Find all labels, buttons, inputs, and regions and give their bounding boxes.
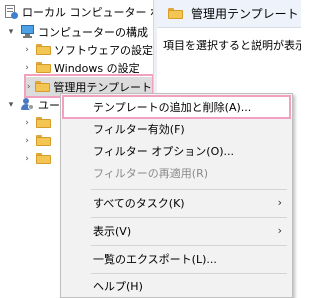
menu-item-label: 表示(V) xyxy=(93,225,132,238)
menu-item-filter-on[interactable]: フィルター有効(F) xyxy=(61,118,292,140)
menu-separator xyxy=(91,189,287,190)
folder-icon xyxy=(35,43,51,56)
chevron-right-icon[interactable]: › xyxy=(22,63,32,73)
folder-icon xyxy=(35,116,51,129)
chevron-right-icon: › xyxy=(277,196,282,209)
chevron-right-icon[interactable]: › xyxy=(22,118,32,128)
tree-item-root[interactable]: ローカル コンピューター ポリシー xyxy=(3,2,153,21)
folder-icon xyxy=(35,152,51,165)
tree-item-computer-config[interactable]: ▾ コンピューターの構成 xyxy=(6,22,148,41)
folder-icon xyxy=(167,7,183,20)
chevron-right-icon[interactable]: › xyxy=(22,154,32,164)
menu-item-filter-options[interactable]: フィルター オプション(O)... xyxy=(61,140,292,162)
chevron-right-icon: › xyxy=(277,224,282,237)
tree-item-user-sub-2[interactable]: › xyxy=(22,131,54,150)
tree-item-label: Windows の設定 xyxy=(54,61,140,75)
tree-item-software-settings[interactable]: › ソフトウェアの設定 xyxy=(22,40,153,59)
policy-icon xyxy=(3,4,19,19)
menu-separator xyxy=(91,245,287,246)
menu-item-label: フィルター オプション(O)... xyxy=(93,145,235,158)
menu-item-label: すべてのタスク(K) xyxy=(93,197,185,210)
menu-item-label: テンプレートの追加と削除(A)... xyxy=(93,101,252,114)
details-description: 項目を選択すると説明が表示されます。 xyxy=(163,39,301,52)
chevron-down-icon[interactable]: ▾ xyxy=(6,100,16,110)
tree-item-windows-settings[interactable]: › Windows の設定 xyxy=(22,58,140,77)
folder-icon xyxy=(35,61,51,74)
computer-icon xyxy=(19,25,35,38)
details-header: 管理用テンプレート xyxy=(157,0,301,28)
menu-item-label: フィルターの再適用(R) xyxy=(93,167,209,180)
menu-item-view[interactable]: 表示(V) › xyxy=(61,220,292,242)
tree-item-label: ローカル コンピューター ポリシー xyxy=(22,5,153,19)
menu-item-add-remove-templates[interactable]: テンプレートの追加と削除(A)... xyxy=(61,96,292,118)
menu-item-reapply-filter: フィルターの再適用(R) xyxy=(61,162,292,184)
context-menu: テンプレートの追加と削除(A)... フィルター有効(F) フィルター オプショ… xyxy=(60,93,293,298)
chevron-right-icon[interactable]: › xyxy=(22,45,32,55)
tree-item-label: ソフトウェアの設定 xyxy=(54,43,153,57)
menu-item-label: ヘルプ(H) xyxy=(93,280,143,293)
folder-icon xyxy=(35,134,51,147)
menu-item-all-tasks[interactable]: すべてのタスク(K) › xyxy=(61,192,292,214)
menu-separator xyxy=(91,217,287,218)
chevron-down-icon[interactable]: ▾ xyxy=(6,27,16,37)
chevron-right-icon[interactable]: › xyxy=(26,82,31,92)
folder-icon xyxy=(34,80,50,93)
tree-item-user-sub-1[interactable]: › xyxy=(22,113,54,132)
menu-item-label: フィルター有効(F) xyxy=(93,123,185,136)
tree-item-label: コンピューターの構成 xyxy=(38,25,148,39)
details-title: 管理用テンプレート xyxy=(191,7,299,21)
menu-item-export-list[interactable]: 一覧のエクスポート(L)... xyxy=(61,248,292,270)
user-icon xyxy=(19,98,35,111)
menu-item-help[interactable]: ヘルプ(H) xyxy=(61,275,292,297)
menu-item-label: 一覧のエクスポート(L)... xyxy=(93,253,217,266)
menu-separator xyxy=(91,273,287,274)
chevron-right-icon[interactable]: › xyxy=(22,136,32,146)
tree-item-user-sub-3[interactable]: › xyxy=(22,149,54,168)
